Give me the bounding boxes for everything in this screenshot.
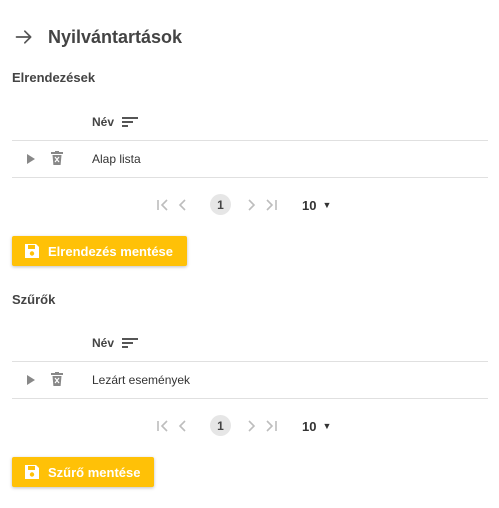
sort-icon[interactable]: [122, 337, 139, 349]
next-page-icon[interactable]: [242, 196, 260, 214]
filters-grid: Név Lezárt események 1 10 ▼: [12, 325, 488, 436]
layouts-grid: Név Alap lista 1 10 ▼: [12, 104, 488, 215]
next-page-icon[interactable]: [242, 417, 260, 435]
page-size-select[interactable]: 10 ▼: [302, 194, 331, 216]
grid-header: Név: [12, 325, 488, 362]
last-page-icon[interactable]: [262, 417, 280, 435]
last-page-icon[interactable]: [262, 196, 280, 214]
pager: 1 10 ▼: [12, 194, 488, 216]
sort-icon[interactable]: [122, 116, 139, 128]
page-number[interactable]: 1: [210, 194, 231, 215]
prev-page-icon[interactable]: [174, 196, 192, 214]
arrow-right-icon[interactable]: [14, 27, 34, 47]
page-header: Nyilvántartások: [14, 24, 182, 50]
floppy-disk-icon: [25, 465, 39, 479]
table-row[interactable]: Alap lista: [12, 141, 488, 178]
expand-arrow-icon[interactable]: [26, 153, 36, 165]
grid-header: Név: [12, 104, 488, 141]
column-header-name[interactable]: Név: [92, 325, 139, 361]
row-name: Lezárt események: [92, 373, 191, 387]
page-number[interactable]: 1: [210, 415, 231, 436]
table-row[interactable]: Lezárt események: [12, 362, 488, 399]
page-size-select[interactable]: 10 ▼: [302, 415, 331, 437]
trash-icon[interactable]: [51, 151, 63, 165]
save-layout-button[interactable]: Elrendezés mentése: [12, 236, 188, 266]
filters-section-title: Szűrők: [12, 292, 56, 307]
pager: 1 10 ▼: [12, 415, 488, 437]
row-name: Alap lista: [92, 152, 141, 166]
save-filter-button[interactable]: Szűrő mentése: [12, 457, 155, 487]
first-page-icon[interactable]: [154, 196, 172, 214]
prev-page-icon[interactable]: [174, 417, 192, 435]
column-header-name[interactable]: Név: [92, 104, 139, 140]
floppy-disk-icon: [25, 244, 39, 258]
page-title: Nyilvántartások: [48, 26, 183, 47]
caret-down-icon: ▼: [322, 200, 332, 210]
first-page-icon[interactable]: [154, 417, 172, 435]
caret-down-icon: ▼: [322, 421, 332, 431]
expand-arrow-icon[interactable]: [26, 374, 36, 386]
trash-icon[interactable]: [51, 372, 63, 386]
layouts-section-title: Elrendezések: [12, 70, 96, 85]
